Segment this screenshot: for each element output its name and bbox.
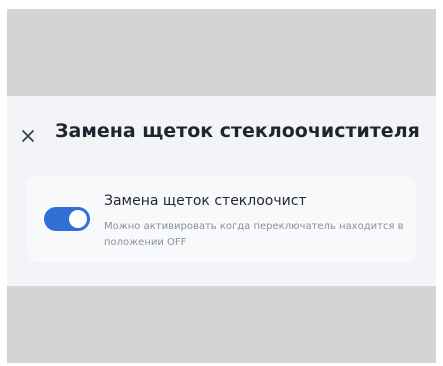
screen-frame: Замена щеток стеклоочистителя Замена щет… bbox=[7, 9, 436, 363]
dialog-title: Замена щеток стеклоочистителя bbox=[55, 120, 420, 142]
wiper-replacement-toggle[interactable] bbox=[44, 207, 90, 231]
option-description: Можно активировать когда переключатель н… bbox=[104, 221, 404, 248]
option-title: Замена щеток стеклоочист bbox=[104, 193, 307, 209]
wiper-option-card: Замена щеток стеклоочист Можно активиров… bbox=[27, 176, 416, 262]
close-button[interactable] bbox=[17, 125, 39, 147]
close-icon bbox=[22, 130, 34, 142]
wiper-dialog: Замена щеток стеклоочистителя Замена щет… bbox=[7, 96, 436, 286]
toggle-knob bbox=[69, 210, 87, 228]
